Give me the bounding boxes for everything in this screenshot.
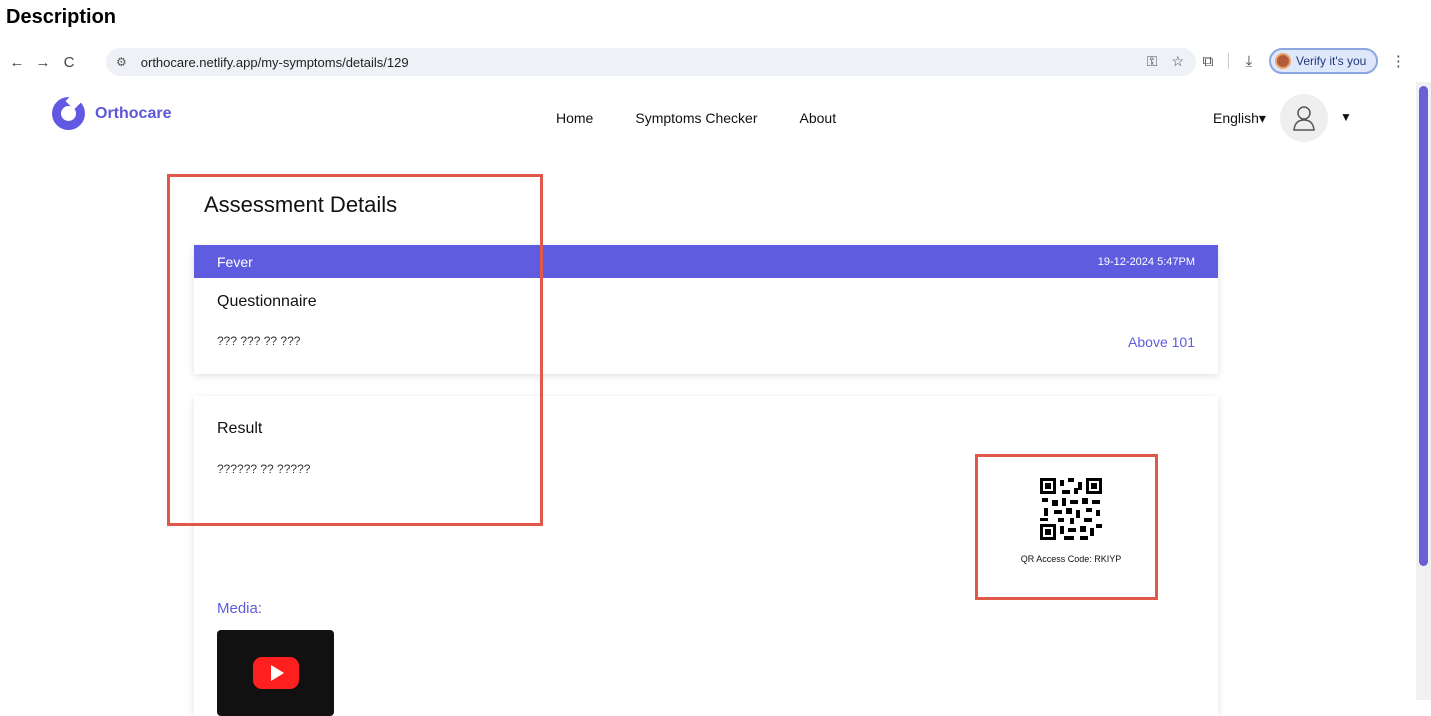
- address-bar[interactable]: ⚙ orthocare.netlify.app/my-symptoms/deta…: [106, 48, 1196, 76]
- video-thumbnail[interactable]: [217, 630, 334, 716]
- download-icon[interactable]: ⤓: [1237, 49, 1261, 73]
- site-logo[interactable]: Orthocare: [52, 97, 171, 130]
- site-nav: Home Symptoms Checker About: [556, 110, 836, 126]
- nav-about[interactable]: About: [800, 110, 837, 126]
- site-info-icon[interactable]: ⚙: [116, 55, 127, 69]
- bookmark-star-icon[interactable]: ☆: [1171, 53, 1184, 70]
- assessment-datetime: 19-12-2024 5:47PM: [1097, 255, 1195, 268]
- media-label: Media:: [217, 600, 263, 617]
- annotation-box-qr: [975, 454, 1158, 600]
- annotation-box-title-result: [167, 174, 543, 526]
- reload-icon[interactable]: C: [56, 49, 82, 75]
- user-avatar[interactable]: [1280, 94, 1328, 142]
- doc-heading: Description: [6, 6, 117, 28]
- browser-toolbar: ← → C ⚙ orthocare.netlify.app/my-symptom…: [0, 44, 1431, 80]
- user-menu-caret-icon[interactable]: ▼: [1340, 110, 1352, 124]
- answer-value: Above 101: [1128, 334, 1195, 350]
- back-icon[interactable]: ←: [4, 49, 30, 75]
- verify-profile-button[interactable]: Verify it's you: [1269, 48, 1379, 74]
- profile-avatar-icon: [1275, 53, 1291, 69]
- url-text[interactable]: orthocare.netlify.app/my-symptoms/detail…: [141, 55, 409, 70]
- extensions-icon[interactable]: ⧉: [1196, 49, 1220, 73]
- language-select[interactable]: English▾: [1213, 110, 1266, 127]
- nav-home[interactable]: Home: [556, 110, 593, 126]
- scrollbar-thumb[interactable]: [1419, 86, 1428, 566]
- key-icon[interactable]: ⚿: [1147, 53, 1158, 70]
- verify-label: Verify it's you: [1296, 54, 1367, 68]
- forward-icon[interactable]: →: [30, 49, 56, 75]
- user-icon: [1293, 106, 1315, 131]
- brand-name: Orthocare: [95, 104, 172, 122]
- nav-symptoms-checker[interactable]: Symptoms Checker: [635, 110, 757, 126]
- menu-kebab-icon[interactable]: ⋮: [1386, 49, 1410, 73]
- toolbar-divider: [1228, 53, 1229, 69]
- page-scrollbar[interactable]: [1416, 82, 1431, 700]
- logo-icon: [52, 97, 85, 130]
- youtube-play-icon: [252, 657, 299, 689]
